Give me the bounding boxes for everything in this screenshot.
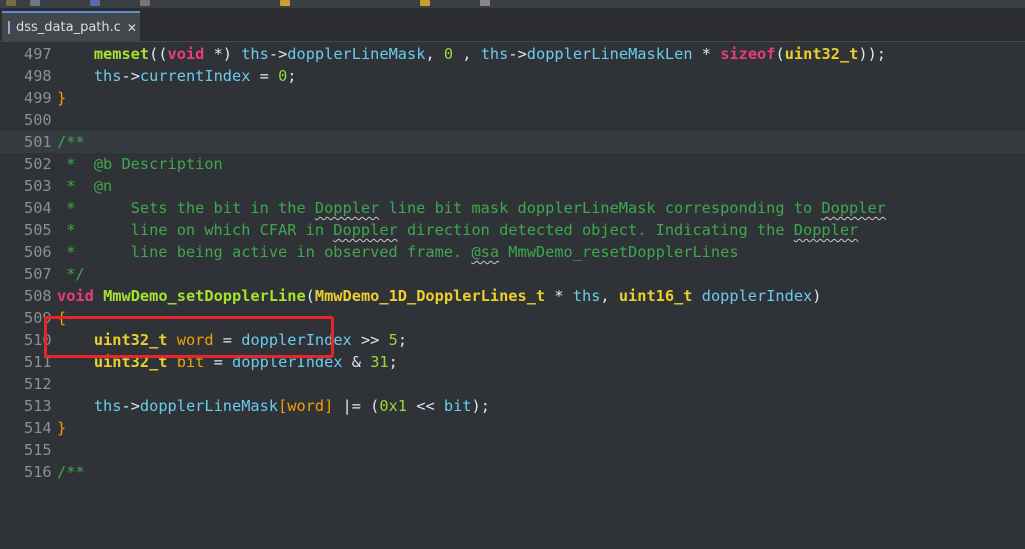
code-editor[interactable]: 497 memset((void *) ths->dopplerLineMask…: [0, 43, 1025, 481]
line-text: /**: [57, 463, 85, 481]
c-source-file-icon: c: [8, 21, 15, 34]
code-line: 506 * line being active in observed fram…: [0, 241, 1025, 263]
toolbar-icon[interactable]: [140, 0, 150, 6]
code-line: 505 * line on which CFAR in Doppler dire…: [0, 219, 1025, 241]
line-gutter: 512: [0, 373, 56, 395]
line-text: * @n: [57, 177, 113, 195]
line-number: 499: [24, 89, 52, 107]
line-number: 515: [24, 441, 52, 459]
line-gutter: 500: [0, 109, 56, 131]
line-text: memset((void *) ths->dopplerLineMask, 0 …: [93, 45, 887, 63]
editor-tab-bar: c dss_data_path.c ✕: [0, 8, 1025, 42]
line-number: 497: [24, 45, 52, 63]
toolbar-icon[interactable]: [280, 0, 290, 6]
code-line: 514 }: [0, 417, 1025, 439]
tab-label: dss_data_path.c: [16, 20, 121, 35]
line-text: */: [57, 265, 85, 283]
code-line: 498 ths->currentIndex = 0;: [0, 65, 1025, 87]
line-number: 514: [24, 419, 52, 437]
tab-dss-data-path[interactable]: c dss_data_path.c ✕: [2, 11, 140, 42]
code-line: 503 * @n: [0, 175, 1025, 197]
close-icon[interactable]: ✕: [127, 21, 137, 35]
line-gutter: 499: [0, 87, 56, 109]
line-number: 506: [24, 243, 52, 261]
toolbar-icon[interactable]: [420, 0, 430, 6]
line-gutter: 506: [0, 241, 56, 263]
line-text: ths->currentIndex = 0;: [93, 67, 297, 85]
line-number: 516: [24, 463, 52, 481]
line-number: 500: [24, 111, 52, 129]
line-text: void MmwDemo_setDopplerLine(MmwDemo_1D_D…: [57, 287, 822, 305]
line-number: 504: [24, 199, 52, 217]
line-gutter: 515: [0, 439, 56, 461]
code-line: 501 /**: [0, 131, 1025, 153]
line-number: 508: [24, 287, 52, 305]
line-gutter: 507: [0, 263, 56, 285]
line-gutter: 514: [0, 417, 56, 439]
toolbar-icon[interactable]: [30, 0, 40, 6]
line-gutter: 505: [0, 219, 56, 241]
code-line: 499 }: [0, 87, 1025, 109]
line-number: 502: [24, 155, 52, 173]
toolbar: [0, 0, 1025, 8]
code-line: 497 memset((void *) ths->dopplerLineMask…: [0, 43, 1025, 65]
line-gutter: 504: [0, 197, 56, 219]
code-line: 507 */: [0, 263, 1025, 285]
line-number: 505: [24, 221, 52, 239]
line-number: 498: [24, 67, 52, 85]
line-gutter: 516: [0, 461, 56, 483]
line-gutter: 513: [0, 395, 56, 417]
line-number: 503: [24, 177, 52, 195]
code-line: 502 * @b Description: [0, 153, 1025, 175]
line-text: * @b Description: [57, 155, 223, 173]
code-line: 504 * Sets the bit in the Doppler line b…: [0, 197, 1025, 219]
line-text: * Sets the bit in the Doppler line bit m…: [57, 199, 886, 217]
code-line: 508 void MmwDemo_setDopplerLine(MmwDemo_…: [0, 285, 1025, 307]
line-text: }: [57, 419, 67, 437]
line-number: 512: [24, 375, 52, 393]
line-text: }: [57, 89, 67, 107]
toolbar-icon[interactable]: [480, 0, 490, 6]
line-text: ths->dopplerLineMask[word] |= (0x1 << bi…: [93, 397, 490, 415]
line-number: 507: [24, 265, 52, 283]
line-gutter: 503: [0, 175, 56, 197]
line-gutter: 508: [0, 285, 56, 307]
toolbar-icon[interactable]: [90, 0, 100, 6]
toolbar-icon[interactable]: [6, 0, 16, 6]
line-gutter: 497: [0, 43, 56, 65]
line-text: * line on which CFAR in Doppler directio…: [57, 221, 859, 239]
line-number: 513: [24, 397, 52, 415]
code-line: 515: [0, 439, 1025, 461]
line-gutter: 498: [0, 65, 56, 87]
line-gutter: 502: [0, 153, 56, 175]
highlight-box: [44, 316, 334, 358]
code-line: 513 ths->dopplerLineMask[word] |= (0x1 <…: [0, 395, 1025, 417]
line-text: * line being active in observed frame. @…: [57, 243, 739, 261]
code-line: 516 /**: [0, 461, 1025, 483]
code-line: 500: [0, 109, 1025, 131]
line-number: 501: [24, 133, 52, 151]
code-line: 512: [0, 373, 1025, 395]
line-gutter: 501: [0, 131, 56, 153]
line-text: /**: [57, 133, 85, 151]
